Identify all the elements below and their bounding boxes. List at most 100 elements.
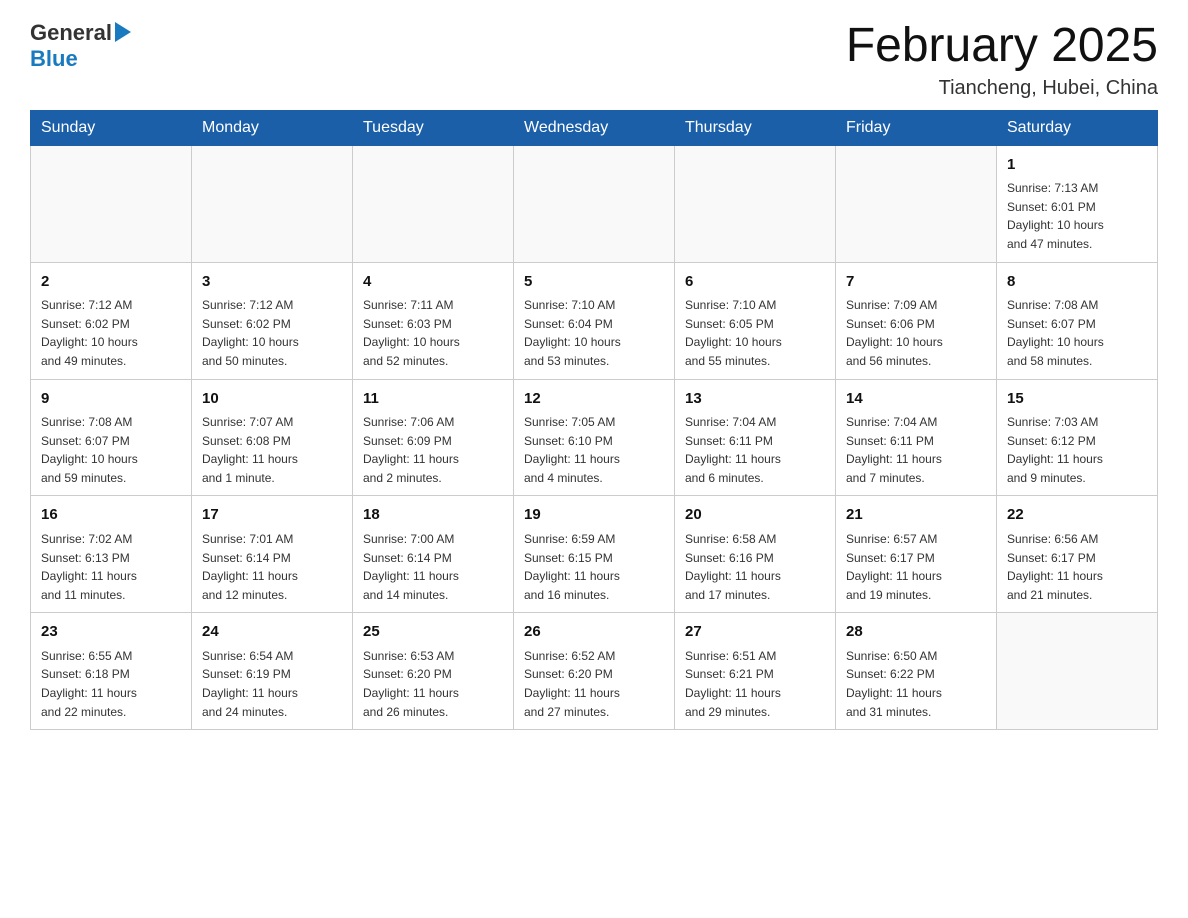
day-number: 15 [1007, 388, 1147, 411]
day-info: Sunrise: 6:58 AM Sunset: 6:16 PM Dayligh… [685, 530, 825, 604]
day-number: 21 [846, 504, 986, 527]
weekday-header-saturday: Saturday [997, 110, 1158, 145]
weekday-header-sunday: Sunday [31, 110, 192, 145]
day-info: Sunrise: 6:52 AM Sunset: 6:20 PM Dayligh… [524, 647, 664, 721]
day-number: 26 [524, 621, 664, 644]
weekday-header-friday: Friday [836, 110, 997, 145]
calendar-cell: 14Sunrise: 7:04 AM Sunset: 6:11 PM Dayli… [836, 379, 997, 496]
weekday-header-tuesday: Tuesday [353, 110, 514, 145]
day-info: Sunrise: 6:59 AM Sunset: 6:15 PM Dayligh… [524, 530, 664, 604]
day-info: Sunrise: 7:08 AM Sunset: 6:07 PM Dayligh… [1007, 296, 1147, 370]
logo-general-text: General [30, 20, 112, 46]
weekday-header-wednesday: Wednesday [514, 110, 675, 145]
calendar-week-row: 23Sunrise: 6:55 AM Sunset: 6:18 PM Dayli… [31, 613, 1158, 730]
calendar-cell: 7Sunrise: 7:09 AM Sunset: 6:06 PM Daylig… [836, 262, 997, 379]
logo-blue-text: Blue [30, 46, 78, 72]
day-info: Sunrise: 7:01 AM Sunset: 6:14 PM Dayligh… [202, 530, 342, 604]
day-info: Sunrise: 6:54 AM Sunset: 6:19 PM Dayligh… [202, 647, 342, 721]
day-info: Sunrise: 7:13 AM Sunset: 6:01 PM Dayligh… [1007, 179, 1147, 253]
calendar-cell: 12Sunrise: 7:05 AM Sunset: 6:10 PM Dayli… [514, 379, 675, 496]
calendar-cell [192, 145, 353, 262]
day-number: 13 [685, 388, 825, 411]
day-info: Sunrise: 7:10 AM Sunset: 6:05 PM Dayligh… [685, 296, 825, 370]
day-number: 12 [524, 388, 664, 411]
day-info: Sunrise: 6:51 AM Sunset: 6:21 PM Dayligh… [685, 647, 825, 721]
day-number: 28 [846, 621, 986, 644]
calendar-cell: 8Sunrise: 7:08 AM Sunset: 6:07 PM Daylig… [997, 262, 1158, 379]
calendar-cell [997, 613, 1158, 730]
day-number: 4 [363, 271, 503, 294]
calendar-title: February 2025 [846, 20, 1158, 73]
day-number: 18 [363, 504, 503, 527]
calendar-subtitle: Tiancheng, Hubei, China [846, 77, 1158, 100]
calendar-cell: 20 Sunrise: 6:58 AM Sunset: 6:16 PM Dayli… [675, 496, 836, 613]
calendar-week-row: 2Sunrise: 7:12 AM Sunset: 6:02 PM Daylig… [31, 262, 1158, 379]
calendar-table: SundayMondayTuesdayWednesdayThursdayFrid… [30, 110, 1158, 730]
day-info: Sunrise: 7:07 AM Sunset: 6:08 PM Dayligh… [202, 413, 342, 487]
calendar-cell: 16Sunrise: 7:02 AM Sunset: 6:13 PM Dayli… [31, 496, 192, 613]
calendar-cell: 27 Sunrise: 6:51 AM Sunset: 6:21 PM Dayli… [675, 613, 836, 730]
calendar-cell: 18 Sunrise: 7:00 AM Sunset: 6:14 PM Dayli… [353, 496, 514, 613]
calendar-cell: 24 Sunrise: 6:54 AM Sunset: 6:19 PM Dayli… [192, 613, 353, 730]
calendar-cell [836, 145, 997, 262]
calendar-cell: 1Sunrise: 7:13 AM Sunset: 6:01 PM Daylig… [997, 145, 1158, 262]
calendar-cell: 28 Sunrise: 6:50 AM Sunset: 6:22 PM Dayli… [836, 613, 997, 730]
calendar-cell [31, 145, 192, 262]
calendar-cell: 10Sunrise: 7:07 AM Sunset: 6:08 PM Dayli… [192, 379, 353, 496]
day-info: Sunrise: 7:12 AM Sunset: 6:02 PM Dayligh… [41, 296, 181, 370]
day-number: 25 [363, 621, 503, 644]
day-info: Sunrise: 7:04 AM Sunset: 6:11 PM Dayligh… [685, 413, 825, 487]
calendar-cell: 21Sunrise: 6:57 AM Sunset: 6:17 PM Dayli… [836, 496, 997, 613]
day-number: 27 [685, 621, 825, 644]
calendar-cell: 6Sunrise: 7:10 AM Sunset: 6:05 PM Daylig… [675, 262, 836, 379]
weekday-header-thursday: Thursday [675, 110, 836, 145]
day-number: 16 [41, 504, 181, 527]
day-info: Sunrise: 7:04 AM Sunset: 6:11 PM Dayligh… [846, 413, 986, 487]
calendar-week-row: 1Sunrise: 7:13 AM Sunset: 6:01 PM Daylig… [31, 145, 1158, 262]
day-number: 6 [685, 271, 825, 294]
calendar-cell: 17 Sunrise: 7:01 AM Sunset: 6:14 PM Dayli… [192, 496, 353, 613]
weekday-header-monday: Monday [192, 110, 353, 145]
day-number: 24 [202, 621, 342, 644]
day-info: Sunrise: 6:56 AM Sunset: 6:17 PM Dayligh… [1007, 530, 1147, 604]
day-info: Sunrise: 7:08 AM Sunset: 6:07 PM Dayligh… [41, 413, 181, 487]
calendar-cell [675, 145, 836, 262]
day-number: 17 [202, 504, 342, 527]
day-info: Sunrise: 7:03 AM Sunset: 6:12 PM Dayligh… [1007, 413, 1147, 487]
calendar-cell: 13Sunrise: 7:04 AM Sunset: 6:11 PM Dayli… [675, 379, 836, 496]
calendar-cell: 3Sunrise: 7:12 AM Sunset: 6:02 PM Daylig… [192, 262, 353, 379]
calendar-cell: 26 Sunrise: 6:52 AM Sunset: 6:20 PM Dayli… [514, 613, 675, 730]
calendar-cell: 15Sunrise: 7:03 AM Sunset: 6:12 PM Dayli… [997, 379, 1158, 496]
calendar-cell: 9Sunrise: 7:08 AM Sunset: 6:07 PM Daylig… [31, 379, 192, 496]
day-number: 11 [363, 388, 503, 411]
calendar-week-row: 9Sunrise: 7:08 AM Sunset: 6:07 PM Daylig… [31, 379, 1158, 496]
day-number: 8 [1007, 271, 1147, 294]
calendar-body: 1Sunrise: 7:13 AM Sunset: 6:01 PM Daylig… [31, 145, 1158, 729]
calendar-cell [353, 145, 514, 262]
day-info: Sunrise: 6:55 AM Sunset: 6:18 PM Dayligh… [41, 647, 181, 721]
day-number: 19 [524, 504, 664, 527]
day-number: 22 [1007, 504, 1147, 527]
calendar-cell: 4Sunrise: 7:11 AM Sunset: 6:03 PM Daylig… [353, 262, 514, 379]
logo-triangle-icon [115, 22, 131, 42]
day-number: 10 [202, 388, 342, 411]
weekday-header-row: SundayMondayTuesdayWednesdayThursdayFrid… [31, 110, 1158, 145]
day-info: Sunrise: 6:53 AM Sunset: 6:20 PM Dayligh… [363, 647, 503, 721]
day-info: Sunrise: 6:50 AM Sunset: 6:22 PM Dayligh… [846, 647, 986, 721]
day-number: 7 [846, 271, 986, 294]
day-number: 20 [685, 504, 825, 527]
calendar-header: SundayMondayTuesdayWednesdayThursdayFrid… [31, 110, 1158, 145]
calendar-cell: 5Sunrise: 7:10 AM Sunset: 6:04 PM Daylig… [514, 262, 675, 379]
calendar-cell: 19 Sunrise: 6:59 AM Sunset: 6:15 PM Dayli… [514, 496, 675, 613]
day-info: Sunrise: 7:06 AM Sunset: 6:09 PM Dayligh… [363, 413, 503, 487]
title-section: February 2025 Tiancheng, Hubei, China [846, 20, 1158, 100]
day-info: Sunrise: 7:10 AM Sunset: 6:04 PM Dayligh… [524, 296, 664, 370]
day-info: Sunrise: 7:11 AM Sunset: 6:03 PM Dayligh… [363, 296, 503, 370]
page-header: General Blue February 2025 Tiancheng, Hu… [30, 20, 1158, 100]
day-info: Sunrise: 7:00 AM Sunset: 6:14 PM Dayligh… [363, 530, 503, 604]
calendar-cell: 25 Sunrise: 6:53 AM Sunset: 6:20 PM Dayli… [353, 613, 514, 730]
calendar-cell: 22 Sunrise: 6:56 AM Sunset: 6:17 PM Dayli… [997, 496, 1158, 613]
calendar-cell [514, 145, 675, 262]
day-info: Sunrise: 7:12 AM Sunset: 6:02 PM Dayligh… [202, 296, 342, 370]
logo: General Blue [30, 20, 131, 72]
